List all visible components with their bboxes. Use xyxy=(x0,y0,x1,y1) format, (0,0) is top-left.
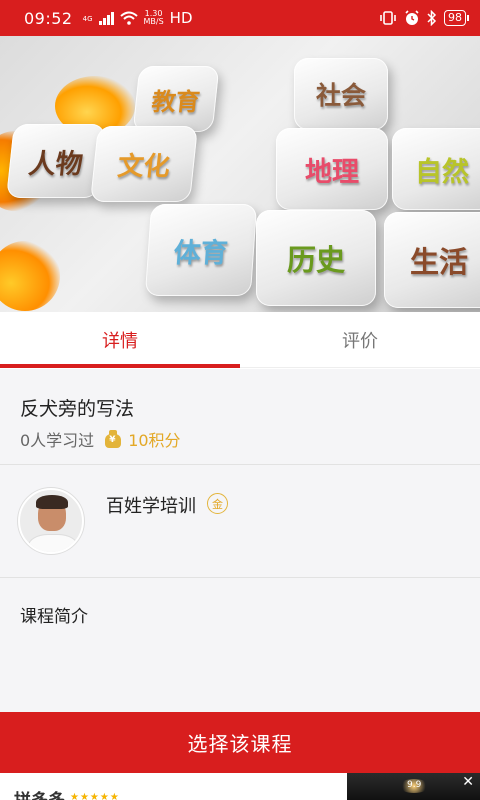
alarm-icon xyxy=(405,10,419,25)
course-meta: 0人学习过 ¥ 10积分 xyxy=(20,427,181,451)
course-title: 反犬旁的写法 xyxy=(20,398,135,420)
teacher-name: 百姓学培训 xyxy=(106,496,196,517)
ad-banner[interactable]: 拼多多 ★★★★★ 9.9 ✕ xyxy=(0,773,480,800)
avatar[interactable] xyxy=(18,488,84,554)
ad-brand: 拼多多 xyxy=(14,786,65,800)
banner-tile: 文化 xyxy=(90,126,198,202)
battery-icon: 98 xyxy=(444,10,469,26)
ad-thumb-number: 9.9 xyxy=(407,780,422,790)
detail-tabs: 详情 评价 xyxy=(0,312,480,368)
close-icon[interactable]: ✕ xyxy=(462,775,474,789)
speed-unit: MB/S xyxy=(143,17,164,26)
flame-decoration xyxy=(0,241,60,311)
select-course-button[interactable]: 选择该课程 xyxy=(0,712,480,773)
course-details: 反犬旁的写法 0人学习过 ¥ 10积分 百姓学培训 金 课程简介 xyxy=(0,369,480,712)
tab-details[interactable]: 详情 xyxy=(0,312,240,368)
hd-label: HD xyxy=(169,9,193,27)
course-intro-heading: 课程简介 xyxy=(20,607,88,627)
signal-icon xyxy=(98,11,114,25)
bluetooth-icon xyxy=(427,10,437,26)
course-info: 反犬旁的写法 0人学习过 ¥ 10积分 xyxy=(0,369,480,465)
ad-rating-stars: ★★★★★ xyxy=(70,792,120,800)
tab-reviews[interactable]: 评价 xyxy=(240,312,480,367)
gold-badge-icon: 金 xyxy=(207,493,228,514)
banner-tile: 体育 xyxy=(144,204,258,296)
course-banner-image: 教育 社会 人物 文化 地理 自然 体育 历史 生活 xyxy=(0,36,480,312)
tab-reviews-label: 评价 xyxy=(342,330,378,352)
network-type: 4G xyxy=(82,14,93,23)
battery-level: 98 xyxy=(448,11,462,24)
status-bar: 09:52 4G 1.30 MB/S HD 98 xyxy=(0,0,480,36)
banner-tile: 历史 xyxy=(256,210,376,306)
status-time: 09:52 xyxy=(24,8,73,28)
status-left: 09:52 4G 1.30 MB/S HD xyxy=(24,9,193,28)
teacher-card[interactable]: 百姓学培训 金 xyxy=(0,466,480,578)
banner-tile: 自然 xyxy=(392,128,480,210)
banner-tile: 教育 xyxy=(132,66,220,132)
money-bag-icon: ¥ xyxy=(104,430,122,448)
banner-tile: 地理 xyxy=(276,128,388,210)
network-speed: 1.30 MB/S xyxy=(144,10,164,26)
vibrate-icon xyxy=(380,11,396,25)
learner-count: 0人学习过 xyxy=(20,431,95,450)
wifi-icon xyxy=(119,11,138,25)
banner-tile: 生活 xyxy=(384,212,480,308)
ad-thumbnail[interactable]: 9.9 ✕ xyxy=(347,773,480,800)
status-right: 98 xyxy=(379,10,469,26)
course-points: 10积分 xyxy=(128,431,181,450)
banner-tile: 社会 xyxy=(294,58,388,130)
tab-details-label: 详情 xyxy=(102,330,138,352)
